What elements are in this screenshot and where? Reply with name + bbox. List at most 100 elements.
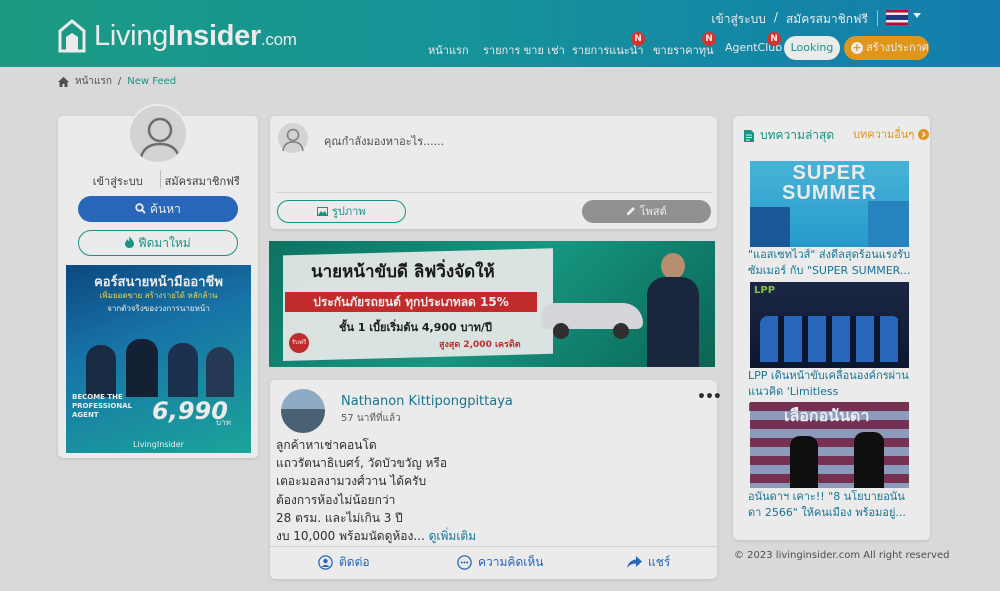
banner-free: รับฟรี (289, 333, 309, 353)
thumbnail-shape (854, 432, 884, 488)
auth-separator: / (773, 10, 778, 24)
post-actions-divider (270, 546, 717, 547)
post-button[interactable]: โพสต์ (582, 200, 711, 223)
banner-credit: สูงสุด 2,000 เครดิต (439, 340, 521, 350)
plus-icon: + (851, 41, 863, 54)
banner-price: ชั้น 1 เบี้ยเริ่มต้น 4,900 บาท/ปี (339, 321, 492, 334)
nav-home[interactable]: หน้าแรก (428, 41, 469, 59)
house-logo-icon (58, 19, 86, 53)
comment-label: ความคิดเห็น (478, 555, 544, 569)
car-image (537, 293, 647, 339)
new-feed-label: ฟีดมาใหม่ (138, 236, 191, 250)
poster-name[interactable]: Nathanon Kittipongpittaya (341, 394, 513, 409)
nav-listings[interactable]: รายการ ขาย เช่า (483, 41, 565, 59)
breadcrumb-separator: / (117, 76, 122, 87)
ad-people-image (86, 335, 236, 397)
composer-input[interactable]: คุณกำลังมองหาอะไร...... (324, 132, 444, 150)
ad-line1: เพิ่มยอดขาย สร้างรายได้ หลักล้าน (99, 291, 218, 300)
thumbnail-shape (760, 316, 900, 362)
add-photo-label: รูปภาพ (331, 205, 366, 218)
share-button[interactable]: แชร์ (627, 553, 670, 572)
comment-button[interactable]: ความคิดเห็น (457, 553, 543, 572)
auth-links: เข้าสู่ระบบ / สมัครสมาชิกฟรี (711, 10, 868, 29)
left-login-link[interactable]: เข้าสู่ระบบ (76, 172, 160, 190)
insurance-promo-banner[interactable]: นายหน้าขับดี ลิฟวิ่งจัดให้ ประกันภัยรถยน… (269, 241, 715, 367)
poster-avatar[interactable] (281, 389, 325, 433)
chevron-down-icon[interactable] (913, 13, 921, 18)
share-label: แชร์ (648, 555, 671, 569)
article-thumbnail[interactable]: SUPER SUMMER (750, 161, 909, 247)
user-circle-icon (318, 555, 333, 570)
share-icon (627, 556, 642, 568)
article-thumbnail-text: LPP (754, 285, 776, 296)
agent-photo (647, 253, 699, 367)
logo-text-bold: Insider (167, 19, 261, 52)
login-link[interactable]: เข้าสู่ระบบ (711, 10, 766, 29)
nav-cost-price-badge: N (702, 32, 716, 46)
ad-price-unit: บาท (216, 418, 231, 427)
header-divider (877, 10, 878, 26)
image-icon (317, 207, 329, 216)
ad-brand: LivingInsider (133, 440, 184, 449)
breadcrumb-home[interactable]: หน้าแรก (75, 74, 112, 89)
post-line: ต้องการห้องไม่น้อยกว่า (276, 492, 396, 507)
pencil-icon (627, 207, 636, 215)
post-line: ลูกค้าหาเช่าคอนโด (276, 438, 377, 452)
register-link[interactable]: สมัครสมาชิกฟรี (786, 10, 868, 29)
left-register-link[interactable]: สมัครสมาชิกฟรี (161, 172, 245, 190)
post-line-text: งบ 10,000 พร้อมนัดดูห้อง... (276, 529, 425, 544)
composer-divider (276, 192, 712, 193)
banner-headline: นายหน้าขับดี ลิฟวิ่งจัดให้ (311, 262, 495, 282)
more-options-icon[interactable]: ••• (697, 389, 722, 405)
breadcrumb: หน้าแรก / New Feed (58, 74, 176, 89)
logo-text-domain: .com (260, 29, 297, 49)
document-icon (744, 129, 754, 142)
article-title[interactable]: อนันดาฯ เคาะ!! "8 นโยบายอนันดา 2566" ให้… (748, 489, 918, 521)
create-listing-label: สร้างประกาศ (866, 41, 929, 54)
post-line: งบ 10,000 พร้อมนัดดูห้อง... ดูเพิ่มเติม (276, 527, 706, 545)
user-silhouette-icon (282, 128, 304, 152)
article-thumbnail[interactable]: LPP (750, 282, 909, 368)
chevron-right-circle-icon (918, 128, 930, 140)
latest-articles-label: บทความล่าสุด (760, 128, 835, 142)
nav-recommended-badge: N (631, 32, 645, 46)
add-photo-button[interactable]: รูปภาพ (277, 200, 406, 223)
see-more-link[interactable]: ดูเพิ่มเติม (429, 529, 477, 543)
top-header: LivingInsider.com เข้าสู่ระบบ / สมัครสมา… (0, 0, 1000, 67)
home-icon (58, 76, 69, 87)
banner-sub: ประกันภัยรถยนต์ ทุกประเภทลด 15% (285, 292, 537, 312)
thumbnail-shape (790, 436, 818, 488)
article-thumbnail-text: SUPER SUMMER (782, 162, 877, 204)
nav-agentclub-badge: N (767, 32, 781, 46)
new-feed-button[interactable]: ฟีดมาใหม่ (78, 230, 238, 256)
post-line: แถวรัตนาธิเบศร์, วัดบัวขวัญ หรือ (276, 456, 448, 471)
flame-icon (125, 236, 135, 248)
post-line: 28 ตรม. และไม่เกิน 3 ปี (276, 510, 403, 525)
thumbnail-shape (868, 201, 909, 247)
create-listing-button[interactable]: + สร้างประกาศ (844, 36, 929, 60)
article-thumbnail[interactable]: เลือกอนันดา (750, 402, 909, 488)
search-button-label: ค้นหา (149, 202, 181, 216)
post-line: เตอะมอลงามวงศ์วาน ได้ครับ (276, 474, 427, 489)
ad-line2: จากตัวจริงของวงการนายหน้า (107, 304, 210, 313)
breadcrumb-current: New Feed (127, 76, 177, 87)
post-body: ลูกค้าหาเช่าคอนโด แถวรัตนาธิเบศร์, วัดบั… (276, 436, 706, 545)
thai-flag-icon[interactable] (886, 10, 908, 25)
avatar[interactable] (128, 104, 188, 164)
search-button[interactable]: ค้นหา (78, 196, 238, 222)
thumbnail-shape (750, 207, 790, 247)
contact-button[interactable]: ติดต่อ (318, 553, 370, 572)
post-time: 57 นาทีที่แล้ว (341, 413, 401, 424)
other-articles-label: บทความอื่นๆ (853, 128, 915, 141)
course-ad-banner[interactable]: คอร์สนายหน้ามืออาชีพ เพิ่มยอดขาย สร้างรา… (66, 265, 251, 453)
composer-avatar (278, 123, 308, 153)
copyright: © 2023 livinginsider.com All right reser… (734, 550, 950, 561)
looking-button[interactable]: Looking (784, 36, 840, 60)
article-title[interactable]: "แอสเซทไวส์" ส่งดีลสุดร้อนแรงรับซัมเมอร์… (748, 247, 918, 279)
latest-articles-heading: บทความล่าสุด (744, 126, 834, 145)
comment-icon (457, 555, 472, 570)
site-logo[interactable]: LivingInsider.com (58, 19, 297, 53)
article-thumbnail-text: เลือกอนันดา (784, 406, 870, 425)
post-button-label: โพสต์ (639, 205, 667, 218)
other-articles-link[interactable]: บทความอื่นๆ (853, 125, 930, 143)
